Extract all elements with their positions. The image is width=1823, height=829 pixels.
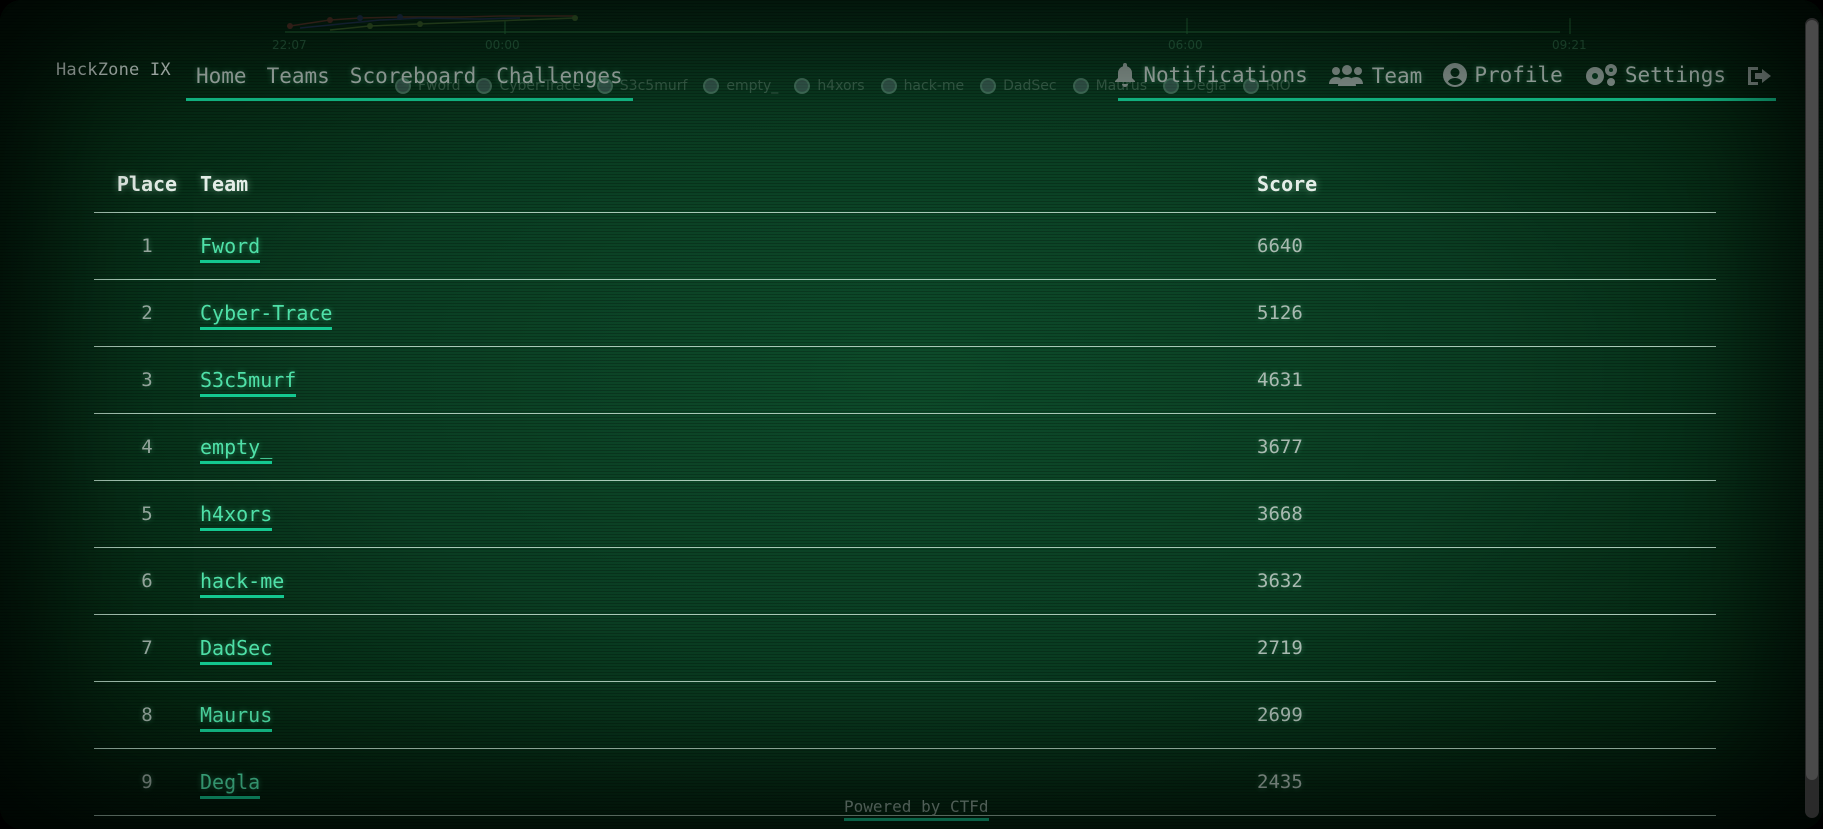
table-row: 3 S3c5murf 4631: [94, 347, 1716, 414]
scrollbar-thumb[interactable]: [1806, 20, 1818, 780]
table-row: 2 Cyber-Trace 5126: [94, 280, 1716, 347]
team-link[interactable]: DadSec: [200, 636, 273, 665]
nav-settings-label: Settings: [1624, 63, 1726, 87]
team-link[interactable]: Cyber-Trace: [200, 301, 333, 330]
team-link[interactable]: h4xors: [200, 502, 273, 531]
table-row: 5 h4xors 3668: [94, 481, 1716, 548]
score-cell: 2719: [1257, 637, 1303, 659]
score-cell: 6640: [1257, 235, 1303, 257]
place-cell: 4: [141, 436, 153, 458]
brand-logo[interactable]: HackZone IX: [56, 60, 171, 80]
team-link[interactable]: hack-me: [200, 569, 285, 598]
nav-notifications[interactable]: Notifications: [1113, 62, 1308, 98]
table-row: 7 DadSec 2719: [94, 615, 1716, 682]
nav-team[interactable]: Team: [1328, 64, 1423, 98]
gears-icon: [1585, 64, 1617, 86]
place-cell: 9: [141, 771, 153, 793]
place-cell: 8: [141, 704, 153, 726]
nav-home[interactable]: Home: [196, 64, 247, 98]
table-row: 1 Fword 6640: [94, 213, 1716, 280]
nav-challenges[interactable]: Challenges: [496, 64, 622, 98]
score-cell: 4631: [1257, 369, 1303, 391]
table-row: 4 empty_ 3677: [94, 414, 1716, 481]
nav-scoreboard[interactable]: Scoreboard: [350, 64, 476, 98]
team-link[interactable]: Maurus: [200, 703, 273, 732]
nav-notifications-label: Notifications: [1143, 63, 1308, 87]
nav-teams[interactable]: Teams: [267, 64, 330, 98]
header-team: Team: [200, 172, 249, 196]
place-cell: 7: [141, 637, 153, 659]
nav-logout[interactable]: [1746, 64, 1776, 98]
logout-icon: [1748, 67, 1771, 85]
place-cell: 1: [141, 235, 153, 257]
score-cell: 3677: [1257, 436, 1303, 458]
place-cell: 5: [141, 503, 153, 525]
user-nav: Notifications Team Profile Settings: [1115, 48, 1776, 101]
scoreboard-table: Place Team Score 1 Fword 6640 2 Cyber-Tr…: [94, 156, 1716, 816]
table-row: 8 Maurus 2699: [94, 682, 1716, 749]
team-link[interactable]: Degla: [200, 770, 261, 799]
team-link[interactable]: empty_: [200, 435, 273, 464]
nav-profile-label: Profile: [1474, 63, 1563, 87]
app-window: 22:07 00:00 06:00 09:21 Fword Cyber-Trac…: [0, 0, 1823, 829]
powered-by-link[interactable]: Powered by CTFd: [844, 797, 989, 821]
place-cell: 3: [141, 369, 153, 391]
score-cell: 3632: [1257, 570, 1303, 592]
place-cell: 6: [141, 570, 153, 592]
place-cell: 2: [141, 302, 153, 324]
team-link[interactable]: Fword: [200, 234, 261, 263]
score-cell: 2699: [1257, 704, 1303, 726]
primary-nav: Home Teams Scoreboard Challenges: [186, 48, 633, 101]
score-cell: 3668: [1257, 503, 1303, 525]
nav-settings[interactable]: Settings: [1583, 62, 1726, 98]
table-row: 6 hack-me 3632: [94, 548, 1716, 615]
nav-team-label: Team: [1371, 64, 1423, 88]
team-link[interactable]: S3c5murf: [200, 368, 297, 397]
users-icon: [1328, 65, 1363, 86]
header-place: Place: [116, 172, 178, 196]
user-circle-icon: [1443, 63, 1468, 87]
navbar: HackZone IX Home Teams Scoreboard Challe…: [0, 48, 1823, 101]
nav-profile[interactable]: Profile: [1442, 62, 1563, 98]
score-cell: 2435: [1257, 771, 1303, 793]
score-cell: 5126: [1257, 302, 1303, 324]
bell-icon: [1115, 63, 1136, 87]
table-header: Place Team Score: [94, 156, 1716, 213]
header-score: Score: [1257, 172, 1318, 196]
